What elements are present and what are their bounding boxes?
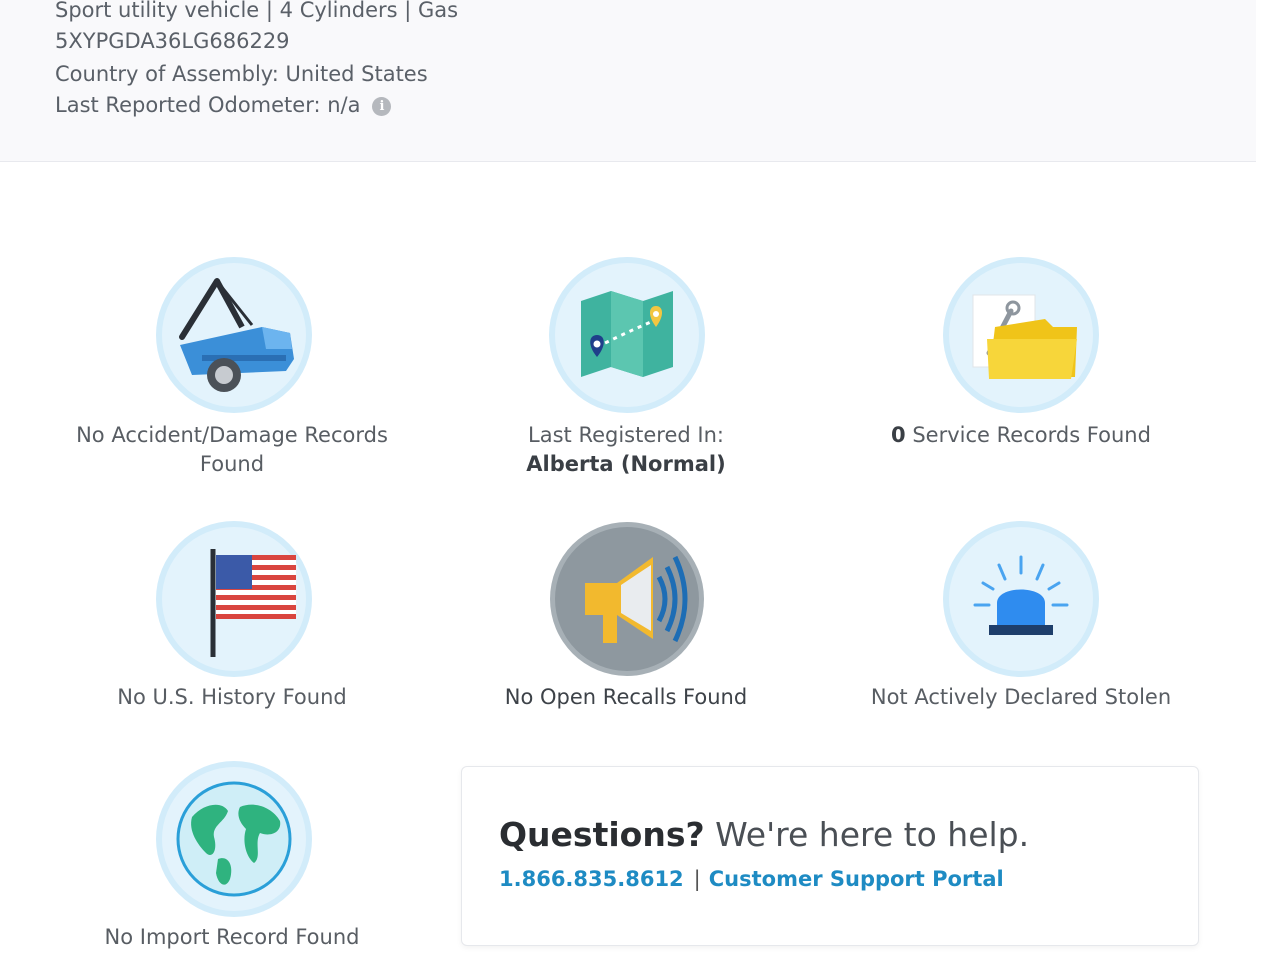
odometer-text: Last Reported Odometer: n/a [55,93,361,117]
registration-province: Alberta (Normal) [526,452,726,476]
service-count: 0 [891,423,906,447]
globe-icon [162,767,306,911]
help-links: 1.866.835.8612 | Customer Support Portal [499,867,1004,891]
recalls-label: No Open Recalls Found [504,685,748,709]
vehicle-type-line: Sport utility vehicle | 4 Cylinders | Ga… [55,0,459,22]
odometer-line: Last Reported Odometer: n/a i [55,93,392,117]
map-icon [555,263,699,407]
customer-support-portal-link[interactable]: Customer Support Portal [709,867,1004,891]
phone-link[interactable]: 1.866.835.8612 [499,867,684,891]
stolen-label: Not Actively Declared Stolen [870,685,1172,709]
folder-wrench-icon [949,263,1093,407]
country-of-assembly: Country of Assembly: United States [55,62,428,86]
registration-line1: Last Registered In: [528,423,724,447]
vehicle-summary: Sport utility vehicle | 4 Cylinders | Ga… [0,0,1256,162]
link-separator: | [693,867,701,891]
accident-line1: No Accident/Damage Records [76,423,388,447]
police-siren-icon [949,527,1093,671]
registration-label: Last Registered In: Alberta (Normal) [430,421,822,479]
us-flag-icon [162,527,306,671]
service-text: Service Records Found [905,423,1151,447]
vin-number: 5XYPGDA36LG686229 [55,29,290,53]
megaphone-icon [555,527,699,671]
tow-truck-icon [162,263,306,407]
us-history-label: No U.S. History Found [117,685,347,709]
help-title-bold: Questions? [499,815,705,854]
help-title-rest: We're here to help. [704,815,1030,854]
info-icon[interactable]: i [372,97,392,116]
import-record-label: No Import Record Found [104,925,360,949]
accident-line2: Found [199,452,265,476]
accident-records-label: No Accident/Damage Records Found [40,421,424,479]
help-title: Questions? We're here to help. [499,815,1029,854]
service-records-label: 0 Service Records Found [825,421,1217,450]
help-card: Questions? We're here to help. 1.866.835… [461,766,1199,946]
